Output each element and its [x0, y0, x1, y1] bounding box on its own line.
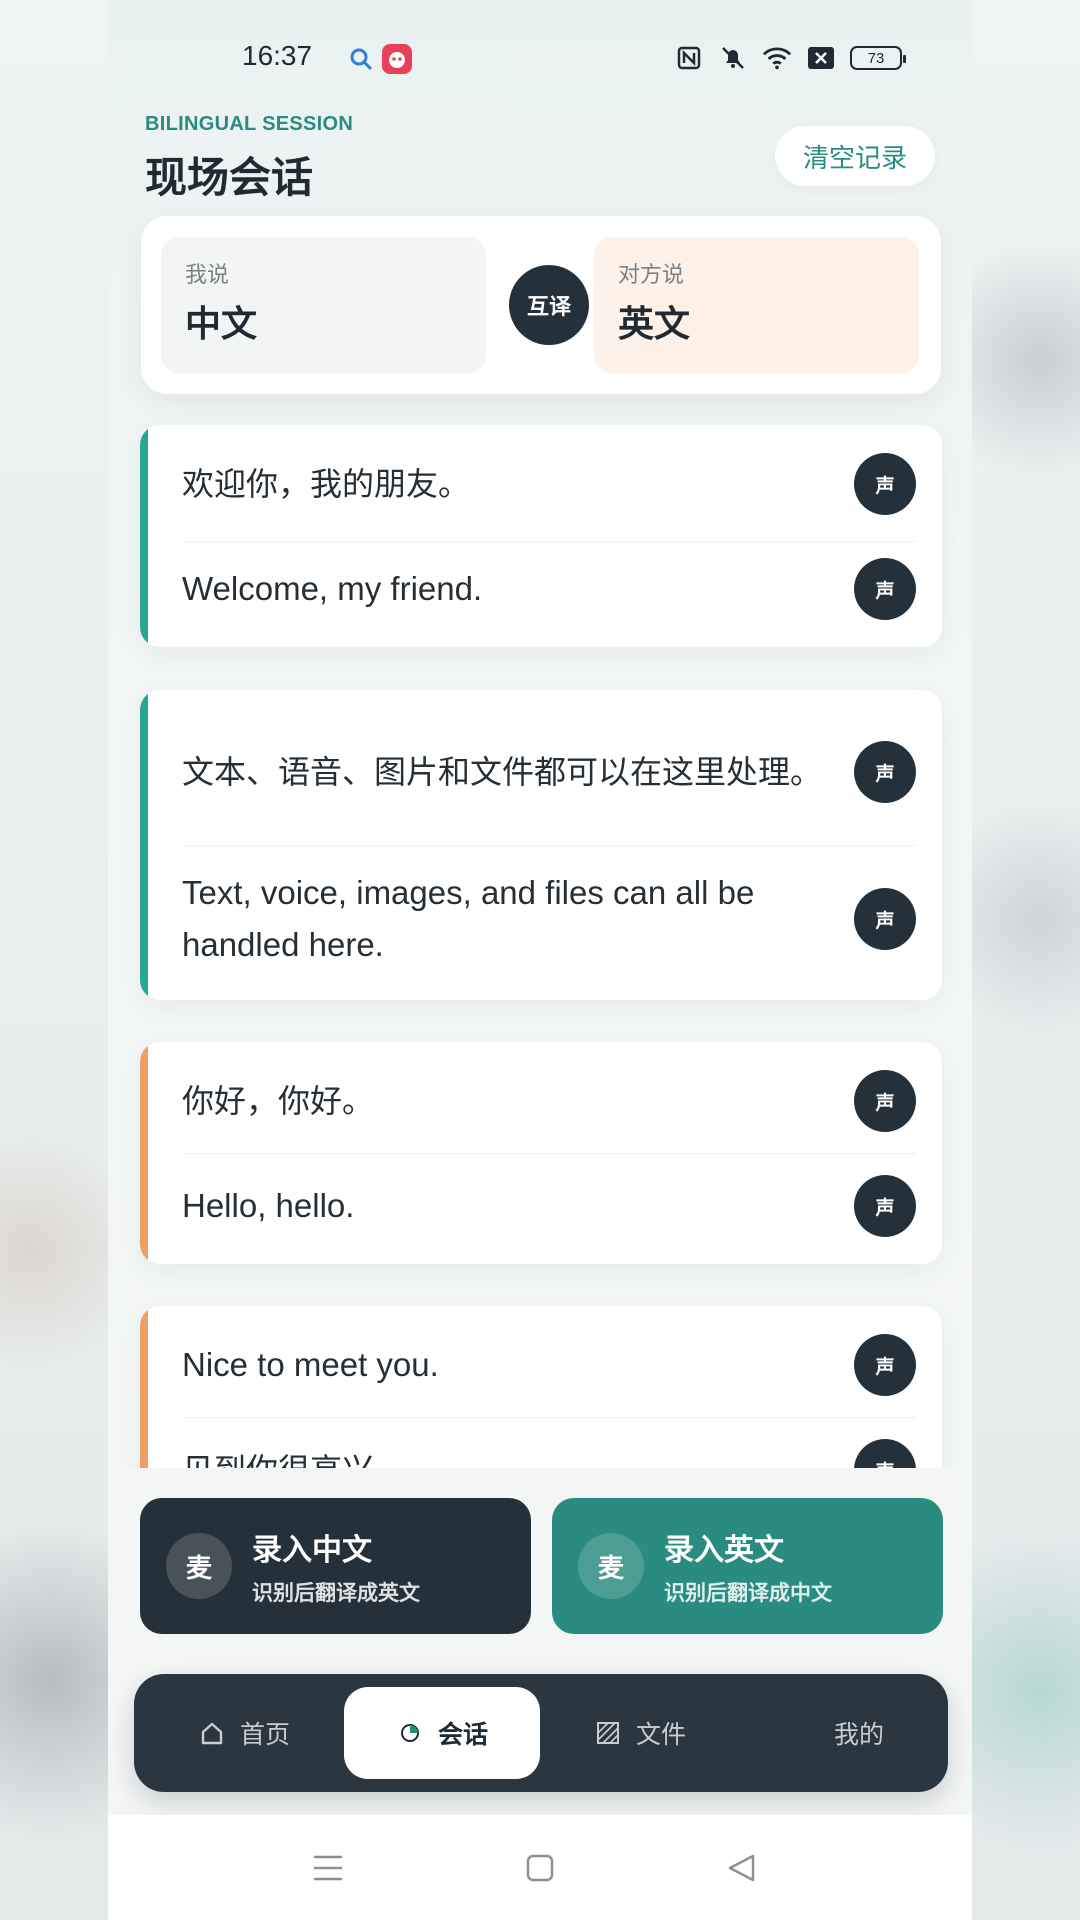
speak-button[interactable]: 声 [854, 1070, 916, 1132]
battery-icon: 73 [850, 46, 906, 70]
nav-item-conversation[interactable]: 会话 [344, 1687, 540, 1779]
menu-icon[interactable] [310, 1850, 346, 1886]
my-language-caption: 我说 [185, 263, 230, 288]
speaker-accent-bar [140, 425, 148, 647]
their-language-value: 英文 [618, 304, 691, 345]
system-nav-bar [108, 1815, 972, 1920]
record-chinese-title: 录入中文 [252, 1533, 372, 1568]
my-language-value: 中文 [185, 304, 258, 345]
page-title: 现场会话 [145, 153, 314, 202]
translation-row: Hello, hello. 声 [182, 1175, 916, 1237]
source-text: 文本、语音、图片和文件都可以在这里处理。 [182, 753, 823, 791]
translation-row: 见到你很高兴。 声 [182, 1439, 916, 1470]
nav-label: 首页 [239, 1720, 290, 1749]
their-language-caption: 对方说 [618, 263, 685, 288]
clear-history-button[interactable]: 清空记录 [775, 126, 935, 186]
speak-button[interactable]: 声 [854, 453, 916, 515]
source-row: Nice to meet you. 声 [182, 1334, 916, 1396]
bottom-nav: 首页 会话 文件 我的 [134, 1674, 948, 1792]
message-divider [182, 845, 916, 846]
file-icon [594, 1719, 622, 1747]
session-eyebrow: BILINGUAL SESSION [145, 113, 354, 135]
back-icon[interactable] [724, 1850, 760, 1886]
record-chinese-button[interactable]: 麦 录入中文 识别后翻译成英文 [140, 1498, 531, 1634]
app-screen: 16:37 73 BILINGUAL SESSION 现场会话 清空记录 我说 … [108, 0, 972, 1920]
profile-icon [792, 1719, 820, 1747]
speak-button[interactable]: 声 [854, 888, 916, 950]
my-language-selector[interactable]: 我说 中文 [161, 237, 486, 373]
translation-row: Text, voice, images, and files can all b… [182, 867, 916, 971]
nav-label: 文件 [635, 1720, 686, 1749]
message-card: Nice to meet you. 声 见到你很高兴。 声 [140, 1306, 942, 1470]
record-chinese-subtitle: 识别后翻译成英文 [252, 1581, 420, 1605]
speaker-accent-bar [140, 690, 148, 1000]
speak-button[interactable]: 声 [854, 558, 916, 620]
their-language-selector[interactable]: 对方说 英文 [594, 237, 919, 373]
source-text: Nice to meet you. [182, 1346, 439, 1383]
speak-button[interactable]: 声 [854, 1175, 916, 1237]
swap-languages-button[interactable]: 互译 [509, 265, 589, 345]
message-card: 文本、语音、图片和文件都可以在这里处理。 声 Text, voice, imag… [140, 690, 942, 1000]
mic-icon: 麦 [166, 1533, 232, 1599]
source-row: 你好，你好。 声 [182, 1070, 916, 1132]
record-english-title: 录入英文 [664, 1533, 784, 1568]
message-card: 你好，你好。 声 Hello, hello. 声 [140, 1042, 942, 1264]
mute-icon [718, 43, 748, 73]
speak-button[interactable]: 声 [854, 1334, 916, 1396]
speaker-accent-bar [140, 1042, 148, 1264]
input-panel: 麦 录入中文 识别后翻译成英文 麦 录入英文 识别后翻译成中文 [108, 1468, 972, 1658]
speak-button[interactable]: 声 [854, 741, 916, 803]
record-english-button[interactable]: 麦 录入英文 识别后翻译成中文 [552, 1498, 943, 1634]
translation-text: Welcome, my friend. [182, 570, 483, 607]
app-icon [382, 44, 412, 74]
message-divider [182, 541, 916, 542]
message-card: 欢迎你，我的朋友。 声 Welcome, my friend. 声 [140, 425, 942, 647]
mic-icon: 麦 [578, 1533, 644, 1599]
home-icon [198, 1719, 226, 1747]
message-divider [182, 1417, 916, 1418]
nfc-icon [674, 43, 704, 73]
message-list[interactable]: 欢迎你，我的朋友。 声 Welcome, my friend. 声 文本、语音、… [108, 420, 972, 1470]
source-text: 欢迎你，我的朋友。 [182, 465, 471, 503]
language-card: 我说 中文 互译 对方说 英文 [141, 216, 941, 394]
source-row: 文本、语音、图片和文件都可以在这里处理。 声 [182, 720, 916, 824]
nav-item-profile[interactable]: 我的 [740, 1687, 936, 1779]
nav-item-files[interactable]: 文件 [542, 1687, 738, 1779]
source-text: 你好，你好。 [182, 1082, 375, 1120]
translation-text: 见到你很高兴。 [182, 1451, 407, 1470]
nav-label: 我的 [833, 1720, 884, 1749]
translation-text: Text, voice, images, and files can all b… [182, 874, 755, 963]
status-time: 16:37 [242, 40, 313, 71]
nav-label: 会话 [437, 1720, 488, 1749]
record-english-subtitle: 识别后翻译成中文 [664, 1581, 832, 1605]
close-box-icon [806, 43, 836, 73]
home-square-icon[interactable] [522, 1850, 558, 1886]
status-bar: 16:37 73 [108, 0, 972, 110]
translation-text: Hello, hello. [182, 1187, 355, 1224]
source-row: 欢迎你，我的朋友。 声 [182, 453, 916, 515]
conversation-icon [396, 1719, 424, 1747]
nav-item-home[interactable]: 首页 [146, 1687, 342, 1779]
speak-button[interactable]: 声 [854, 1439, 916, 1470]
status-icons: 73 [674, 42, 906, 74]
wifi-icon [762, 43, 792, 73]
speaker-accent-bar [140, 1306, 148, 1470]
message-divider [182, 1153, 916, 1154]
translation-row: Welcome, my friend. 声 [182, 558, 916, 620]
search-icon [346, 44, 376, 74]
